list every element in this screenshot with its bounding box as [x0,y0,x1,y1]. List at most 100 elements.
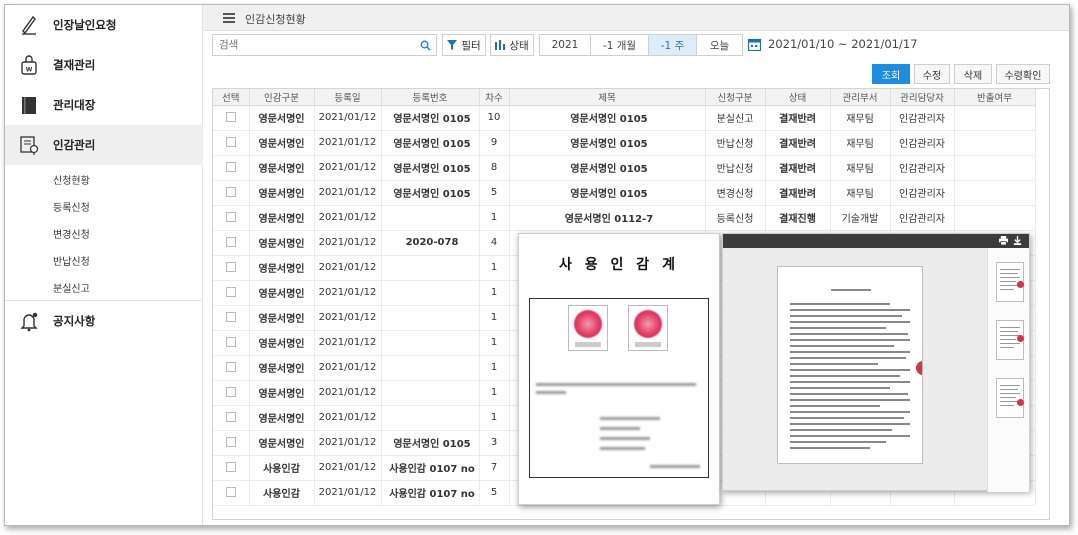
cell-reg-date: 2021/01/12 [314,230,382,256]
submenu-return-request[interactable]: 반납신청 [53,253,90,268]
table-row[interactable]: 영문서명인 2021/01/12 1 영문서명인 0112-7 등록신청 결재진행 기술개발… [213,205,1036,231]
submenu-request-status[interactable]: 신청현황 [53,172,90,187]
cell-seal-type: 사용인감 [249,480,315,506]
submenu-register-request[interactable]: 등록신청 [53,199,90,214]
cell-reg-number: 영문서명인 0105 [381,155,480,181]
table-row[interactable]: 영문서명인 2021/01/12 영문서명인 0105 9 영문서명인 0105 반납신청… [213,130,1036,156]
cell-manager: 인감관리자 [890,155,955,181]
table-row[interactable]: 영문서명인 2021/01/12 영문서명인 0105 10 영문서명인 0105 분실신… [213,105,1036,131]
cell-title[interactable]: 영문서명인 0105 [509,130,706,156]
period-today-button[interactable]: 오늘 [696,34,743,56]
row-checkbox[interactable] [225,337,236,347]
delete-button[interactable]: 삭제 [954,64,992,84]
row-checkbox[interactable] [225,112,236,122]
column-header[interactable]: 상태 [765,89,831,106]
cell-reg-date: 2021/01/12 [314,430,382,456]
cell-reg-number: 영문서명인 0105 [381,180,480,206]
document-viewer[interactable] [722,233,1030,492]
sidebar-item-ledger[interactable]: 관리대장 [5,85,203,125]
cell-seal-type: 영문서명인 [249,430,315,456]
sidebar-item-approval[interactable]: W 결재관리 [5,45,203,85]
cell-export-status [954,105,1036,131]
column-header[interactable]: 인감구분 [249,89,315,106]
page-thumbnail[interactable] [996,378,1024,418]
cell-status[interactable]: 결재진행 [765,205,831,231]
query-button[interactable]: 조회 [872,64,910,84]
cell-title[interactable]: 영문서명인 0105 [509,155,706,181]
status-button[interactable]: 상태 [490,34,534,56]
row-checkbox[interactable] [225,412,236,422]
row-checkbox[interactable] [225,487,236,497]
cell-seal-type: 영문서명인 [249,205,315,231]
row-checkbox[interactable] [225,237,236,247]
edit-button[interactable]: 수정 [914,64,950,84]
page-thumbnail[interactable] [996,262,1024,302]
cell-sequence: 5 [479,180,510,206]
submenu-loss-report[interactable]: 분실신고 [53,280,90,295]
row-checkbox[interactable] [225,187,236,197]
cell-status[interactable]: 결재반려 [765,105,831,131]
row-checkbox[interactable] [225,362,236,372]
date-range-text[interactable]: 2021/01/10 ~ 2021/01/17 [768,37,918,51]
sidebar-item-notice[interactable]: 공지사항 [5,300,203,340]
sidebar-item-seal-management[interactable]: 인감관리 [5,125,203,165]
cell-request-type: 변경신청 [705,180,766,206]
status-label: 상태 [509,39,529,52]
cell-seal-type: 영문서명인 [249,155,315,181]
ledger-book-icon [22,97,36,114]
cell-title[interactable]: 영문서명인 0105 [509,105,706,131]
cell-reg-number [381,405,480,431]
sidebar: 인장날인요청 W 결재관리 관리대장 인감관리 신청현황 등록신청 변경신청 반… [5,5,203,525]
cell-request-type: 등록신청 [705,205,766,231]
filter-icon [447,40,458,50]
column-header[interactable]: 차수 [479,89,510,106]
row-checkbox[interactable] [225,262,236,272]
row-checkbox[interactable] [225,437,236,447]
page-thumbnail[interactable] [996,320,1024,360]
cell-select [213,255,250,281]
search-input[interactable] [213,35,403,55]
filter-button[interactable]: 필터 [442,34,486,56]
row-checkbox[interactable] [225,137,236,147]
column-header[interactable]: 반출여부 [954,89,1036,106]
cell-status[interactable]: 결재반려 [765,130,831,156]
row-checkbox[interactable] [225,312,236,322]
table-row[interactable]: 영문서명인 2021/01/12 영문서명인 0105 8 영문서명인 0105 반납신청… [213,155,1036,181]
download-icon[interactable] [1013,236,1022,245]
receive-confirm-button[interactable]: 수령확인 [996,64,1050,84]
period-year-button[interactable]: 2021 [539,34,591,56]
cell-export-status [954,155,1036,181]
row-checkbox[interactable] [225,287,236,297]
column-header[interactable]: 등록번호 [381,89,480,106]
calendar-icon[interactable] [748,38,761,51]
row-checkbox[interactable] [225,212,236,222]
column-header[interactable]: 관리부서 [830,89,891,106]
column-header[interactable]: 제목 [509,89,706,106]
cell-reg-number [381,205,480,231]
row-checkbox[interactable] [225,387,236,397]
cell-sequence: 9 [479,130,510,156]
seal-management-icon [20,136,39,155]
sidebar-item-seal-request[interactable]: 인장날인요청 [5,5,203,45]
cell-title[interactable]: 영문서명인 0105 [509,180,706,206]
hamburger-menu-icon[interactable] [223,13,235,23]
search-button[interactable] [414,35,436,55]
cell-sequence: 1 [479,255,510,281]
column-header[interactable]: 등록일 [314,89,382,106]
column-header[interactable]: 관리담당자 [890,89,955,106]
row-checkbox[interactable] [225,162,236,172]
cell-request-type: 분실신고 [705,105,766,131]
cell-status[interactable]: 결재반려 [765,180,831,206]
period-month-button[interactable]: -1 개월 [590,34,649,56]
bell-icon [20,312,38,332]
submenu-change-request[interactable]: 변경신청 [53,226,90,241]
cell-status[interactable]: 결재반려 [765,155,831,181]
cell-sequence: 3 [479,430,510,456]
column-header[interactable]: 신청구분 [705,89,766,106]
row-checkbox[interactable] [225,462,236,472]
table-row[interactable]: 영문서명인 2021/01/12 영문서명인 0105 5 영문서명인 0105 변경신청… [213,180,1036,206]
cell-title[interactable]: 영문서명인 0112-7 [509,205,706,231]
period-week-button[interactable]: -1 주 [648,34,697,56]
seal-document-preview[interactable]: 사 용 인 감 계 [518,233,720,505]
print-icon[interactable] [999,236,1008,245]
